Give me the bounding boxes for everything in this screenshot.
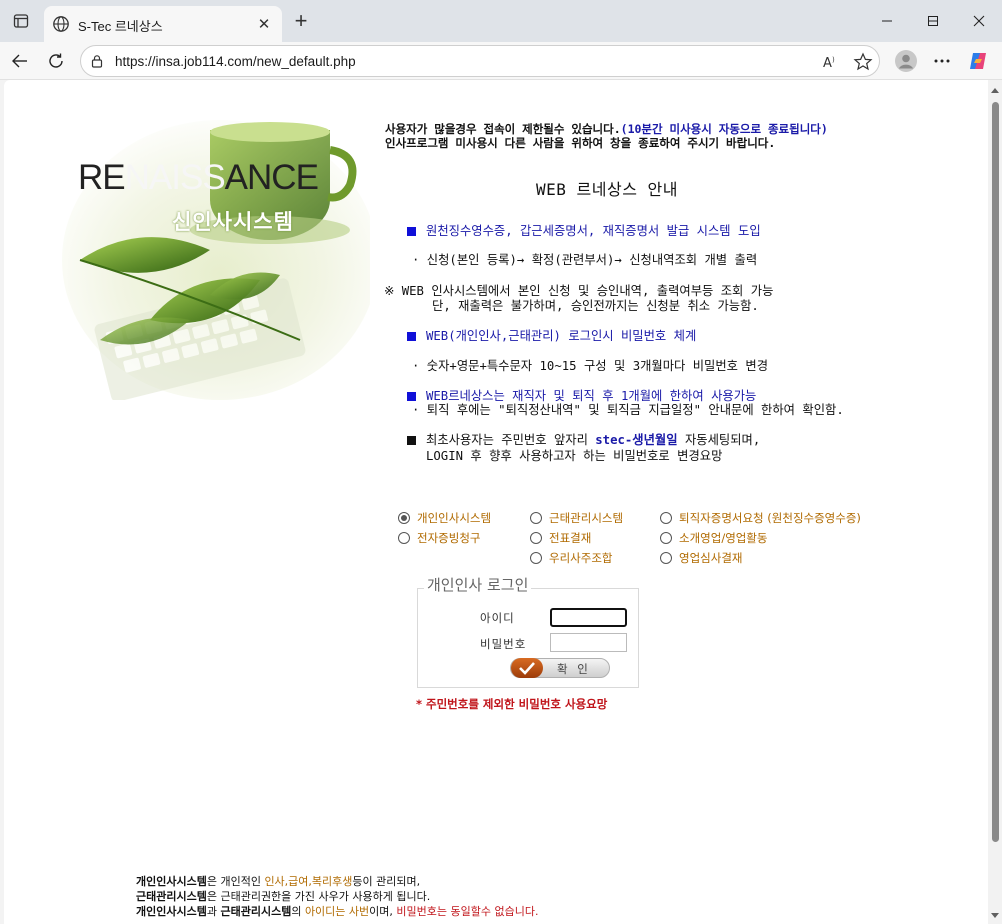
guide-item-4-line2: LOGIN 후 향후 사용하고자 하는 비밀번호로 변경요망 <box>426 449 723 463</box>
usage-notice: 사용자가 많을경우 접속이 제한될수 있습니다.(10분간 미사용시 자동으로 … <box>385 122 828 150</box>
radio-button[interactable] <box>530 512 542 524</box>
guide-item-4: 최초사용자는 주민번호 앞자리 stec-생년월일 자동세팅되며, <box>426 433 761 447</box>
maximize-icon <box>928 16 938 26</box>
globe-icon <box>53 16 69 32</box>
radio-attendance-system[interactable]: 근태관리시스템 <box>530 510 623 526</box>
address-bar[interactable]: https://insa.job114.com/new_default.php … <box>80 45 880 77</box>
guide-item-1-note1: ※ WEB 인사시스템에서 본인 신청 및 승인내역, 출력여부등 조회 가능 <box>384 284 774 298</box>
tab-actions-icon <box>13 14 29 28</box>
plus-icon: + <box>294 8 308 33</box>
minimize-button-real[interactable] <box>864 0 910 42</box>
radio-employee-stock[interactable]: 우리사주조합 <box>530 550 612 566</box>
radio-button[interactable] <box>660 532 672 544</box>
guide-item-3-sub: · 퇴직 후에는 "퇴직정산내역" 및 퇴직금 지급일정" 안내문에 한하여 확… <box>412 403 844 417</box>
guide-item-2: WEB(개인인사,근태관리) 로그인시 비밀번호 체계 <box>426 329 697 343</box>
user-avatar-icon <box>895 50 917 72</box>
system-description: 개인인사시스템은 개인적인 인사,급여,복리후생등이 관리되며, 근태관리시스템… <box>136 875 539 918</box>
close-window-button[interactable] <box>956 0 1002 42</box>
guide-item-1: 원천징수영수증, 갑근세증명서, 재직증명서 발급 시스템 도입 <box>426 224 761 238</box>
hero-subtitle: 신인사시스템 <box>172 210 294 234</box>
profile-avatar[interactable] <box>894 49 918 73</box>
radio-button[interactable] <box>660 512 672 524</box>
scroll-thumb[interactable] <box>992 102 999 842</box>
vertical-scrollbar[interactable] <box>988 80 1002 924</box>
password-input[interactable] <box>550 633 627 652</box>
browser-window: S-Tec 르네상스 ✕ + https://insa.job114.com/n… <box>0 0 1002 924</box>
bullet-square-icon <box>407 436 416 445</box>
scroll-up-icon[interactable] <box>991 88 999 93</box>
radio-sales-review[interactable]: 영업심사결재 <box>660 550 742 566</box>
tab-strip: S-Tec 르네상스 ✕ + <box>0 0 1002 42</box>
radio-button[interactable] <box>530 532 542 544</box>
guide-title: WEB 르네상스 안내 <box>536 180 678 199</box>
hero-title: RENAISSANCE <box>78 158 319 197</box>
minimize-icon <box>882 20 892 22</box>
radio-button[interactable] <box>398 532 410 544</box>
confirm-button[interactable]: 확 인 <box>510 658 610 678</box>
arrow-left-icon <box>12 54 27 68</box>
tab-actions-button[interactable] <box>8 8 34 34</box>
tab-active[interactable]: S-Tec 르네상스 ✕ <box>44 6 282 42</box>
guide-item-1-sub: · 신청(본인 등록)→ 확정(관련부서)→ 신청내역조회 개별 출력 <box>412 253 758 267</box>
id-input[interactable] <box>550 608 627 627</box>
radio-button[interactable] <box>530 552 542 564</box>
more-dots-icon <box>934 59 950 63</box>
page-viewport: RENAISSANCE 신인사시스템 사용자가 많을경우 접속이 제한될수 있습… <box>4 80 1002 924</box>
login-legend: 개인인사 로그인 <box>424 574 532 595</box>
password-warning: * 주민번호를 제외한 비밀번호 사용요망 <box>416 697 608 711</box>
bullet-square-icon <box>407 332 416 341</box>
hero-image <box>62 120 370 400</box>
browser-toolbar: https://insa.job114.com/new_default.php … <box>0 42 1002 80</box>
id-label: 아이디 <box>480 611 515 625</box>
checkmark-icon <box>511 658 543 678</box>
close-icon <box>973 15 985 27</box>
radio-button[interactable] <box>398 512 410 524</box>
lock-icon[interactable] <box>90 54 104 68</box>
copilot-button[interactable] <box>966 49 990 73</box>
radio-expense-claim[interactable]: 전자증빙청구 <box>398 530 480 546</box>
tab-close-icon[interactable]: ✕ <box>254 14 274 34</box>
back-button[interactable] <box>6 47 34 75</box>
copilot-icon <box>970 53 986 69</box>
svg-text:): ) <box>832 56 835 64</box>
radio-personnel-system[interactable]: 개인인사시스템 <box>398 510 491 526</box>
radio-voucher-approval[interactable]: 전표결재 <box>530 530 591 546</box>
url-text[interactable]: https://insa.job114.com/new_default.php <box>115 54 356 69</box>
scroll-down-icon[interactable] <box>991 913 999 918</box>
tab-title: S-Tec 르네상스 <box>78 19 163 34</box>
radio-sales-activity[interactable]: 소개영업/영업활동 <box>660 530 768 546</box>
svg-text:A: A <box>823 56 832 71</box>
radio-retirement-cert[interactable]: 퇴직자증명서요청 (원천징수증영수증) <box>660 510 861 526</box>
bullet-square-icon <box>407 392 416 401</box>
password-label: 비밀번호 <box>480 637 527 651</box>
refresh-icon <box>49 53 63 68</box>
guide-item-2-sub: · 숫자+영문+특수문자 10~15 구성 및 3개월마다 비밀번호 변경 <box>412 359 769 373</box>
more-menu-button[interactable] <box>930 49 954 73</box>
maximize-button[interactable] <box>910 0 956 42</box>
favorite-star-icon[interactable] <box>853 52 873 72</box>
read-aloud-icon[interactable]: A) <box>821 52 841 72</box>
bullet-square-icon <box>407 227 416 236</box>
new-tab-button[interactable]: + <box>288 10 314 34</box>
guide-item-1-note2: 단, 재출력은 불가하며, 승인전까지는 신청분 취소 가능함. <box>432 299 759 313</box>
radio-button[interactable] <box>660 552 672 564</box>
refresh-button[interactable] <box>42 47 70 75</box>
